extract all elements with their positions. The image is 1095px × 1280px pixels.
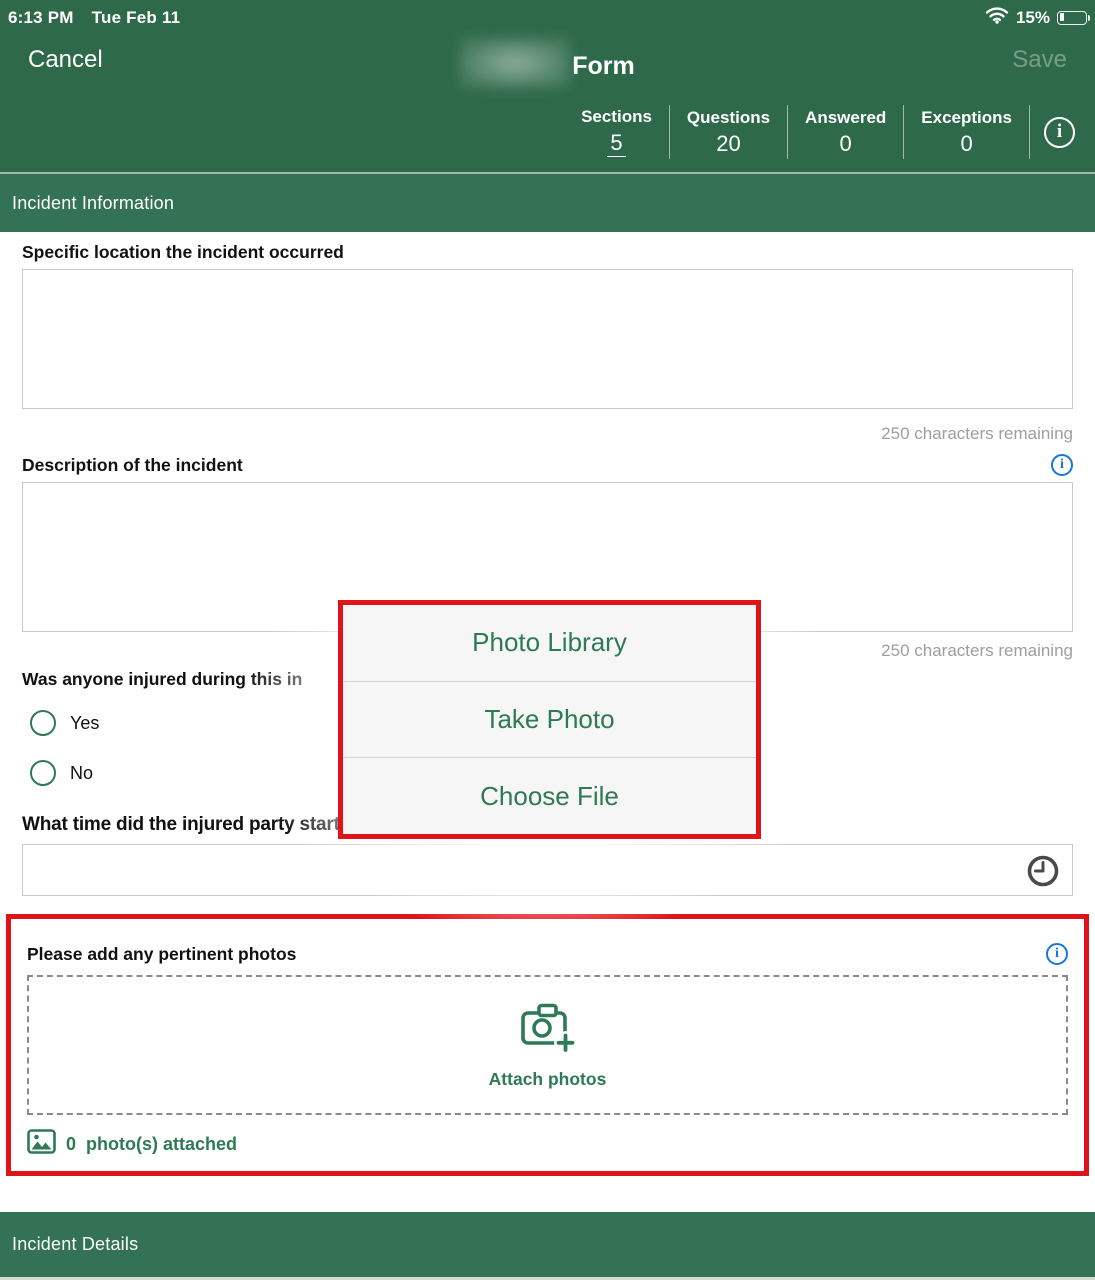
section-header-incident-information: Incident Information [0, 174, 1095, 232]
question-label-description: Description of the incident [22, 454, 243, 475]
stat-questions: Questions 20 [686, 107, 771, 156]
photo-action-sheet: Photo Library Take Photo Choose File [338, 600, 761, 839]
stat-answered: Answered 0 [805, 107, 887, 156]
battery-icon [1057, 10, 1090, 25]
stat-exceptions-value: 0 [960, 130, 973, 156]
wifi-icon [985, 6, 1009, 29]
stat-questions-value: 20 [716, 130, 741, 156]
photos-count-value: 0 [66, 1133, 77, 1154]
camera-plus-icon [519, 1000, 577, 1059]
stat-sections: Sections 5 [581, 107, 652, 157]
question-label-location: Specific location the incident occurred [22, 242, 344, 262]
start-time-input[interactable] [22, 844, 1073, 896]
form-title: Form [0, 38, 1095, 88]
attach-photos-label: Attach photos [488, 1069, 607, 1089]
location-char-counter: 250 characters remaining [881, 424, 1073, 443]
action-take-photo[interactable]: Take Photo [343, 680, 756, 758]
nav-bar: Cancel Form Save [0, 30, 1095, 94]
stats-bar: Sections 5 Questions 20 Answered 0 Excep… [0, 94, 1095, 170]
status-bar: 6:13 PM Tue Feb 11 15% [0, 0, 1095, 30]
stat-answered-value: 0 [839, 130, 852, 156]
app-header: 6:13 PM Tue Feb 11 15% Cancel Form Save … [0, 0, 1095, 172]
stat-exceptions: Exceptions 0 [921, 107, 1012, 156]
photos-question-annotation-box: Please add any pertinent photos i Attach… [6, 914, 1089, 1176]
radio-circle-yes[interactable] [30, 710, 56, 736]
battery-percent: 15% [1015, 7, 1050, 27]
question-label-photos: Please add any pertinent photos [27, 943, 297, 964]
action-photo-library[interactable]: Photo Library [343, 605, 756, 681]
photos-count-row: 0 photo(s) attached [27, 1129, 1068, 1159]
description-info-icon[interactable]: i [1051, 454, 1073, 476]
stat-sections-value: 5 [607, 130, 626, 157]
info-icon[interactable]: i [1044, 116, 1075, 148]
redacted-title-blur [460, 38, 571, 88]
save-button[interactable]: Save [1012, 46, 1067, 74]
attach-photos-dropzone[interactable]: Attach photos [27, 975, 1068, 1115]
status-time: 6:13 PM [8, 7, 74, 27]
section-header-incident-details: Incident Details [0, 1212, 1095, 1280]
location-textarea[interactable] [22, 269, 1073, 409]
radio-circle-no[interactable] [30, 760, 56, 786]
clock-icon[interactable] [1026, 854, 1060, 893]
divider [1029, 105, 1030, 159]
photos-count-label: photo(s) attached [86, 1133, 238, 1154]
photos-icon [27, 1129, 56, 1159]
status-date: Tue Feb 11 [91, 7, 181, 27]
action-choose-file[interactable]: Choose File [343, 757, 756, 834]
photos-info-icon[interactable]: i [1046, 943, 1068, 965]
